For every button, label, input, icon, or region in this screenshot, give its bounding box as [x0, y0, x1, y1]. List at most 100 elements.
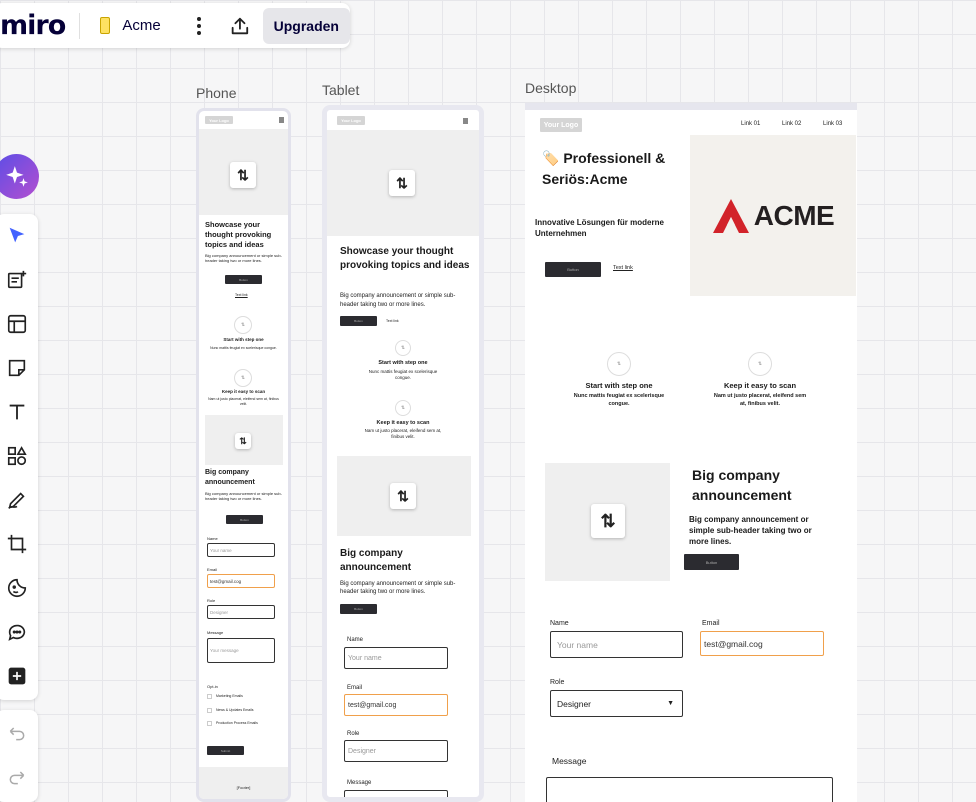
sticky-note-tool[interactable]: [2, 353, 32, 383]
logo-placeholder: Your Logo: [205, 116, 233, 124]
board-name[interactable]: Acme: [122, 17, 160, 34]
email-label: Email: [207, 567, 218, 572]
undo-button[interactable]: [2, 718, 32, 748]
name-input[interactable]: Your name: [207, 543, 275, 557]
footer: [Footer]: [199, 767, 288, 799]
step-icon: ⇅: [395, 400, 411, 416]
email-input[interactable]: test@gmail.cog: [207, 574, 275, 588]
sticky-note-icon: [8, 359, 26, 377]
message-textarea[interactable]: [546, 777, 833, 802]
comment-tool[interactable]: [2, 617, 32, 647]
upload-icon[interactable]: [229, 14, 251, 38]
nav-link-1[interactable]: Link 01: [741, 121, 760, 127]
sticker-icon: [7, 578, 27, 598]
announcement-button[interactable]: Button: [340, 604, 377, 614]
name-label: Name: [347, 637, 364, 643]
email-input[interactable]: test@gmail.cog: [344, 694, 448, 716]
redo-button[interactable]: [2, 762, 32, 792]
select-tool[interactable]: [2, 221, 32, 251]
divider: [79, 12, 81, 39]
message-textarea[interactable]: Your message: [207, 638, 275, 663]
step1-title: Start with step one: [378, 360, 428, 366]
text-icon: [9, 404, 25, 420]
name-input[interactable]: Your name: [550, 631, 683, 658]
templates-icon: [7, 270, 27, 289]
undo-redo-panel: [0, 710, 38, 802]
swap-icon: ⇅: [389, 170, 415, 196]
announcement-subtitle: Big company announcement or simple sub-h…: [340, 581, 456, 595]
step1-text: Nunc mattis feugiat ex scelerisque congu…: [368, 369, 438, 380]
more-options-icon[interactable]: [189, 15, 209, 37]
announcement-title: Big company announcement: [340, 548, 412, 573]
message-textarea[interactable]: [344, 790, 448, 797]
optin-checkbox[interactable]: [207, 694, 212, 699]
optin-checkbox[interactable]: [207, 721, 212, 726]
creation-toolbar: [0, 214, 38, 700]
step-icon: ⇅: [234, 316, 252, 334]
swap-icon: ⇅: [591, 504, 625, 538]
swap-icon: ⇅: [230, 162, 256, 188]
frame-label-desktop[interactable]: Desktop: [525, 80, 576, 96]
sticker-tool[interactable]: [2, 573, 32, 603]
frame-label-tablet[interactable]: Tablet: [322, 82, 359, 98]
swap-icon: ⇅: [235, 433, 251, 449]
hero-subtitle: Big company announcement or simple sub-h…: [340, 293, 456, 308]
crop-icon: [7, 534, 27, 554]
email-label: Email: [702, 620, 720, 627]
hero-link[interactable]: Text link: [235, 293, 248, 297]
announcement-image: ⇅: [545, 463, 670, 581]
step2-text: Nam ut justo placerat, eleifend sem at, …: [208, 397, 279, 406]
nav-link-3[interactable]: Link 03: [823, 121, 842, 127]
hero-button[interactable]: Button: [225, 275, 262, 284]
role-select[interactable]: Designer: [207, 605, 275, 619]
desktop-frame[interactable]: Your Logo Link 01 Link 02 Link 03 🏷️ Pro…: [525, 103, 857, 802]
hero-link[interactable]: Text link: [613, 265, 633, 271]
step-icon: ⇅: [748, 352, 772, 376]
name-label: Name: [550, 620, 569, 627]
text-tool[interactable]: [2, 397, 32, 427]
ai-sparkle-button[interactable]: [0, 154, 39, 199]
role-value: Designer: [557, 698, 592, 709]
more-tools-button[interactable]: [2, 661, 32, 691]
announcement-subtitle: Big company announcement or simple sub-h…: [689, 515, 812, 546]
frame-label-phone[interactable]: Phone: [196, 85, 236, 101]
announcement-button[interactable]: Button: [684, 554, 739, 570]
step1-text: Nunc mattis feugiat ex scelerisque congu…: [210, 346, 277, 350]
menu-icon[interactable]: [279, 117, 284, 123]
step2-title: Keep it easy to scan: [723, 381, 797, 390]
shapes-tool[interactable]: [2, 441, 32, 471]
message-label: Message: [347, 780, 372, 786]
hero-link[interactable]: Text link: [386, 319, 399, 323]
role-select[interactable]: Designer ▼: [550, 690, 683, 717]
message-label: Message: [552, 756, 587, 766]
step2-text: Nam ut justo placerat, eleifend sem at, …: [364, 428, 442, 439]
step1-title: Start with step one: [585, 381, 653, 390]
menu-icon[interactable]: [463, 118, 468, 124]
hero-subtitle: Big company announcement or simple sub-h…: [205, 253, 282, 263]
announcement-subtitle: Big company announcement or simple sub-h…: [205, 491, 282, 501]
comment-icon: [8, 624, 26, 641]
crop-tool[interactable]: [2, 529, 32, 559]
miro-logo[interactable]: miro: [0, 10, 66, 41]
nav-link-2[interactable]: Link 02: [782, 121, 801, 127]
upgrade-button[interactable]: Upgraden: [262, 7, 350, 44]
name-input[interactable]: Your name: [344, 647, 448, 669]
optin-checkbox[interactable]: [207, 708, 212, 713]
tablet-frame[interactable]: Your Logo ⇅ Showcase your thought provok…: [322, 105, 484, 802]
role-select[interactable]: Designer: [344, 740, 448, 762]
swap-icon: ⇅: [390, 483, 416, 509]
step-icon: ⇅: [234, 369, 252, 387]
submit-button[interactable]: Submit: [207, 746, 244, 755]
frame-tool[interactable]: [2, 309, 32, 339]
phone-frame[interactable]: Your Logo ⇅ Showcase your thought provok…: [196, 108, 291, 802]
hero-subtitle: Innovative Lösungen für moderne Unterneh…: [535, 218, 664, 238]
templates-tool[interactable]: [2, 265, 32, 295]
announcement-button[interactable]: Button: [226, 515, 263, 524]
announcement-title: Big company announcement: [692, 467, 792, 503]
hero-button[interactable]: Button: [340, 316, 377, 326]
step1-text: Nunc mattis feugiat ex scelerisque congu…: [573, 393, 665, 407]
pen-tool[interactable]: [2, 485, 32, 515]
hero-button[interactable]: Button: [545, 262, 601, 277]
email-input[interactable]: test@gmail.cog: [700, 631, 824, 656]
pen-icon: [8, 492, 25, 509]
